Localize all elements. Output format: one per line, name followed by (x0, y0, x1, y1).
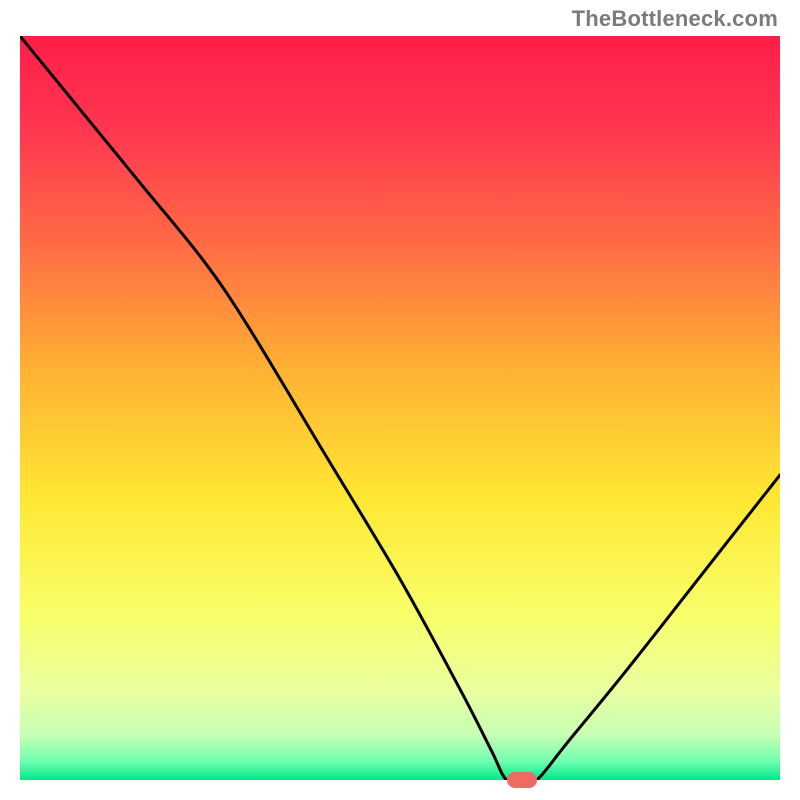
plot-area (20, 36, 780, 780)
curve-layer (20, 36, 780, 780)
bottleneck-curve (20, 36, 780, 780)
watermark-text: TheBottleneck.com (572, 6, 778, 32)
optimal-marker (507, 772, 537, 788)
bottleneck-chart: TheBottleneck.com (0, 0, 800, 800)
